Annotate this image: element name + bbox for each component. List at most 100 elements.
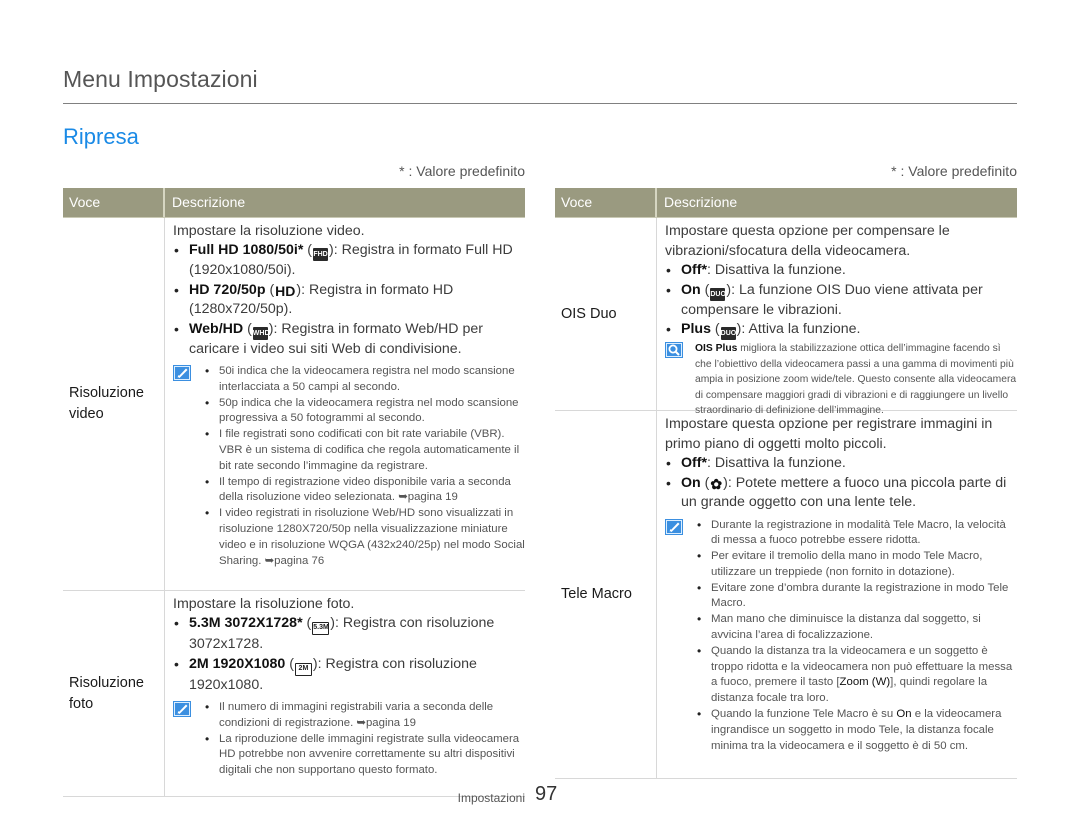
note-box: Il numero di immagini registrabili varia… (173, 700, 525, 779)
option-text: Attiva la funzione. (748, 321, 861, 337)
row-description: Impostare questa opzione per compensare … (657, 218, 1017, 416)
ois-duo-plus-icon: DUO+ (720, 327, 740, 340)
hd-icon: HD (275, 282, 296, 299)
option-item: 2M 1920X1080 (2M): Registra con risoluzi… (173, 655, 525, 696)
option-label: HD 720/50p (189, 281, 266, 298)
pencil-note-icon (665, 519, 683, 535)
option-item: On (DUO): La funzione OIS Duo viene atti… (665, 281, 1017, 321)
full-hd-icon: FHD (313, 248, 329, 261)
web-hd-icon: WHD (252, 326, 270, 340)
table-row-tele-macro: Tele Macro Impostare questa opzione per … (555, 411, 1017, 779)
left-column: * : Valore predefinito Voce Descrizione … (63, 160, 525, 797)
row-label-text: Risoluzione video (69, 385, 144, 422)
option-item: Plus (DUO+): Attiva la funzione. (665, 320, 1017, 340)
option-label: Off* (681, 455, 708, 471)
default-value-note: * : Valore predefinito (399, 163, 525, 179)
tip-body: migliora la stabilizzazione ottica dell’… (695, 343, 1017, 416)
note-item: Il tempo di registrazione video disponib… (203, 475, 525, 507)
row-label-text: Tele Macro (561, 586, 632, 602)
option-item: On (✿): Potete mettere a fuoco una picco… (665, 474, 1017, 513)
zoom-key-label: Zoom (W) (839, 676, 891, 689)
section-title: Ripresa (63, 124, 139, 149)
note-list: Il numero di immagini registrabili varia… (203, 700, 525, 779)
row-label-text: OIS Duo (561, 305, 617, 322)
row-intro: Impostare la risoluzione video. (173, 223, 365, 239)
note-item: I video registrati in risoluzione Web/HD… (203, 506, 525, 569)
note-item: La riproduzione delle immagini registrat… (203, 732, 525, 779)
note-item: Per evitare il tremolio della mano in mo… (695, 549, 1017, 581)
pencil-note-icon (173, 365, 191, 381)
note-box: Durante la registrazione in modalità Tel… (665, 518, 1017, 755)
pencil-note-icon (173, 701, 191, 717)
row-label: Risoluzione foto (63, 591, 165, 796)
row-intro: Impostare questa opzione per compensare … (665, 223, 950, 259)
option-label: 5.3M 3072X1728* (189, 615, 303, 631)
row-label: Tele Macro (555, 411, 657, 778)
note-item: Man mano che diminuisce la distanza dal … (695, 612, 1017, 644)
note-item: Quando la funzione Tele Macro è su On e … (695, 707, 1017, 754)
option-list: Full HD 1080/50i* (FHD): Registra in for… (173, 241, 525, 359)
row-description: Impostare la risoluzione video. Full HD … (165, 218, 525, 590)
tip-box: OIS Plus migliora la stabilizzazione ott… (665, 341, 1017, 419)
option-list: Off*: Disattiva la funzione. On (✿): Pot… (665, 454, 1017, 513)
page-number: 97 (535, 783, 558, 805)
option-text: Disattiva la funzione. (714, 262, 846, 278)
option-label: On (681, 281, 701, 298)
ois-duo-icon: DUO (710, 287, 726, 301)
option-label: Plus (681, 321, 711, 337)
note-item: Evitare zone d’ombra durante la registra… (695, 581, 1017, 613)
note-item: 50p indica che la videocamera registra n… (203, 396, 525, 428)
note-item: 50i indica che la videocamera registra n… (203, 364, 525, 396)
note-item: Quando la distanza tra la videocamera e … (695, 644, 1017, 707)
option-list: 5.3M 3072X1728* (5.3M): Registra con ris… (173, 614, 525, 695)
header-voce: Voce (555, 188, 657, 217)
default-value-note: * : Valore predefinito (891, 163, 1017, 179)
row-description: Impostare questa opzione per registrare … (657, 411, 1017, 778)
option-item: HD 720/50p (HD): Registra in formato HD … (173, 281, 525, 320)
title-divider (63, 103, 1017, 104)
magnifier-tip-icon (665, 342, 683, 358)
row-description: Impostare la risoluzione foto. 5.3M 3072… (165, 591, 525, 796)
note-item: Il numero di immagini registrabili varia… (203, 700, 525, 732)
row-label-text: Risoluzione foto (69, 674, 144, 712)
table-header: Voce Descrizione (63, 188, 525, 218)
option-item: 5.3M 3072X1728* (5.3M): Registra con ris… (173, 614, 525, 655)
note-box: 50i indica che la videocamera registra n… (173, 364, 525, 569)
tip-bold: OIS Plus (695, 343, 738, 354)
row-label: Risoluzione video (63, 218, 165, 590)
option-label: 2M 1920X1080 (189, 655, 286, 672)
5-3m-icon: 5.3M (312, 622, 330, 635)
note-text: Quando la funzione Tele Macro è su (711, 708, 897, 721)
page-title: Menu Impostazioni (63, 66, 258, 92)
on-key-label: On (896, 708, 912, 721)
option-label: On (681, 474, 701, 491)
header-descrizione: Descrizione (172, 194, 246, 210)
option-label: Full HD 1080/50i* (189, 242, 304, 258)
option-item: Off*: Disattiva la funzione. (665, 454, 1017, 474)
option-list: Off*: Disattiva la funzione. On (DUO): L… (665, 261, 1017, 340)
table-row-risoluzione-foto: Risoluzione foto Impostare la risoluzion… (63, 591, 525, 797)
header-descrizione: Descrizione (664, 194, 738, 210)
row-intro: Impostare questa opzione per registrare … (665, 416, 993, 452)
option-label: Web/HD (189, 320, 244, 337)
table-row-ois-duo: OIS Duo Impostare questa opzione per com… (555, 218, 1017, 416)
table-row-risoluzione-video: Risoluzione video Impostare la risoluzio… (63, 218, 525, 591)
table-header: Voce Descrizione (555, 188, 1017, 218)
option-text: Potete mettere a fuoco una piccola parte… (681, 474, 1007, 511)
note-item: Durante la registrazione in modalità Tel… (695, 518, 1017, 550)
note-item: I file registrati sono codificati con bi… (203, 427, 525, 474)
header-voce: Voce (63, 188, 165, 217)
option-text: Disattiva la funzione. (714, 455, 846, 471)
row-label: OIS Duo (555, 218, 657, 410)
option-item: Off*: Disattiva la funzione. (665, 261, 1017, 281)
note-list: Durante la registrazione in modalità Tel… (695, 518, 1017, 755)
option-item: Full HD 1080/50i* (FHD): Registra in for… (173, 241, 525, 281)
footer-section: Impostazioni (457, 791, 525, 805)
option-label: Off* (681, 262, 708, 278)
option-text: La funzione OIS Duo viene attivata per c… (681, 281, 983, 318)
right-column: * : Valore predefinito Voce Descrizione … (555, 160, 1017, 779)
note-list: 50i indica che la videocamera registra n… (203, 364, 525, 569)
tip-text: OIS Plus migliora la stabilizzazione ott… (695, 341, 1017, 419)
2m-icon: 2M (294, 662, 312, 676)
option-item: Web/HD (WHD): Registra in formato Web/HD… (173, 320, 525, 360)
